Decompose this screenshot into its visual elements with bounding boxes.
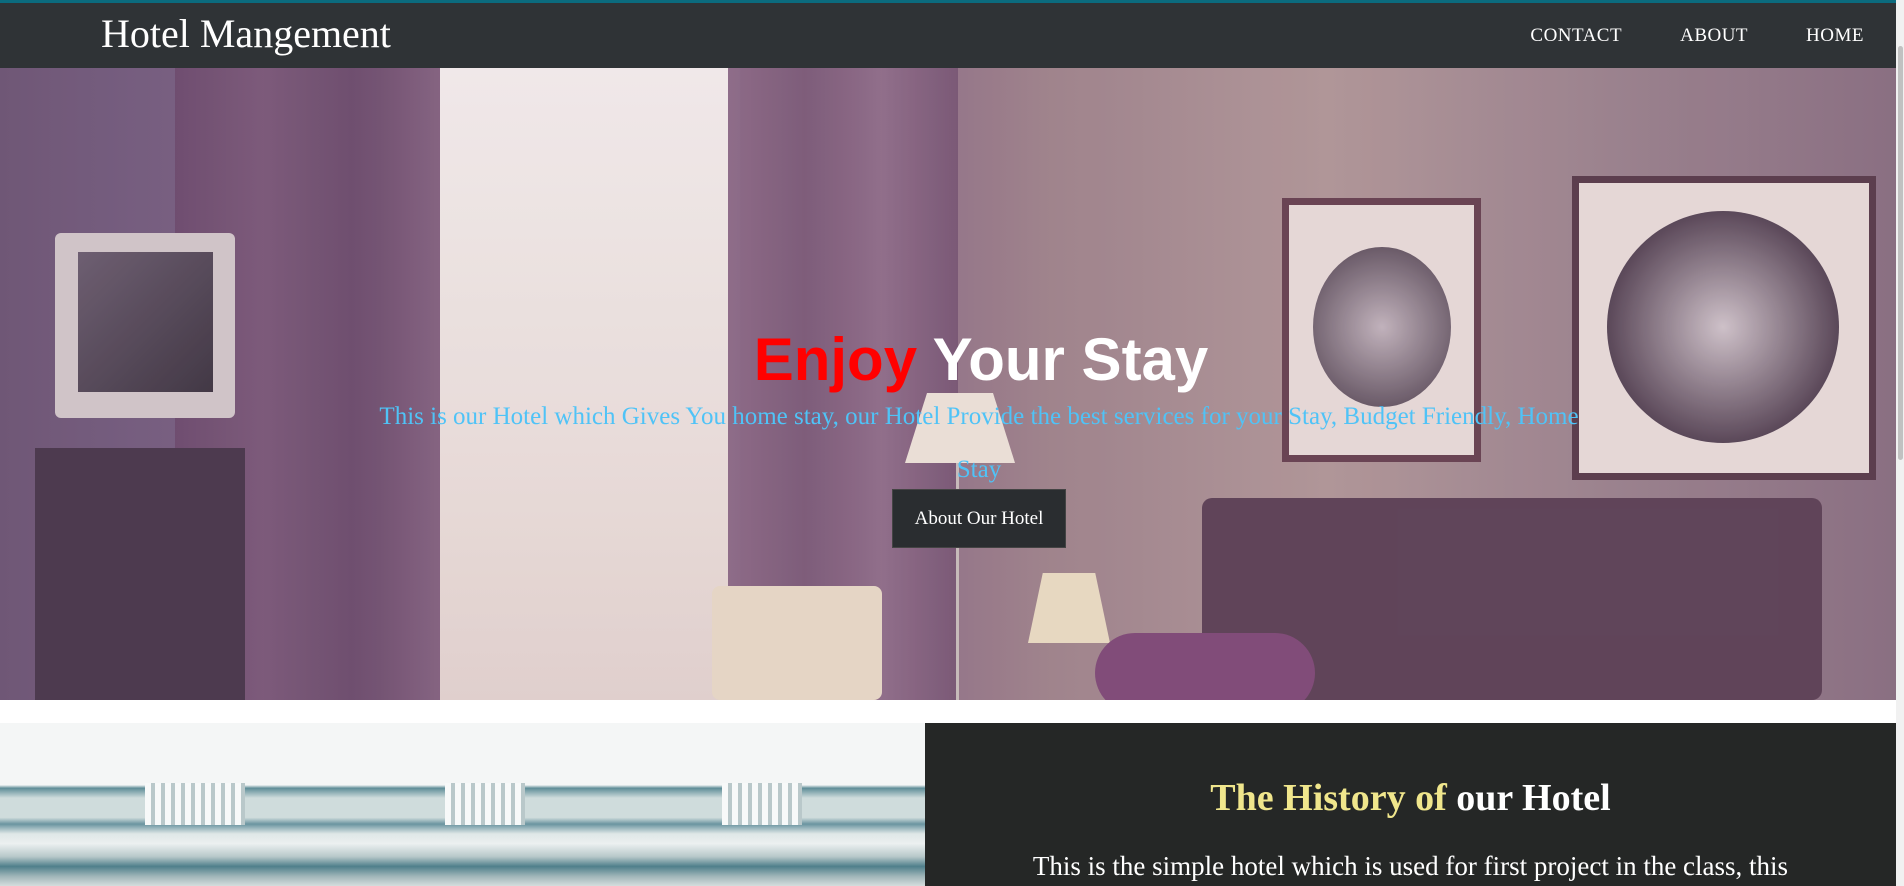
brand-title[interactable]: Hotel Mangement <box>101 6 391 62</box>
balustrade <box>445 783 525 825</box>
scrollbar[interactable] <box>1896 0 1904 886</box>
scrollbar-thumb[interactable] <box>1898 46 1903 460</box>
history-title-rest: our Hotel <box>1456 777 1611 819</box>
balustrade <box>145 783 245 825</box>
history-text: This is the simple hotel which is used f… <box>1032 851 1789 881</box>
nav-link-about[interactable]: ABOUT <box>1680 25 1748 47</box>
about-hotel-button[interactable]: About Our Hotel <box>892 489 1066 548</box>
hero-title: Enjoy Your Stay <box>0 325 1904 395</box>
nav-link-contact[interactable]: CONTACT <box>1530 25 1622 47</box>
hero-title-highlight: Enjoy <box>753 326 918 393</box>
hero-title-rest: Your Stay <box>932 326 1209 393</box>
nav-links: CONTACT ABOUT HOME <box>1530 3 1864 68</box>
hero-description: This is our Hotel which Gives You home s… <box>379 403 1579 483</box>
history-section: The History of our Hotel This is the sim… <box>925 723 1896 886</box>
navbar: Hotel Mangement CONTACT ABOUT HOME <box>0 3 1896 68</box>
balustrade <box>722 783 802 825</box>
history-title-highlight: The History of <box>1210 777 1447 819</box>
history-image <box>0 723 925 886</box>
history-title: The History of our Hotel <box>925 775 1896 821</box>
nav-link-home[interactable]: HOME <box>1806 25 1864 47</box>
